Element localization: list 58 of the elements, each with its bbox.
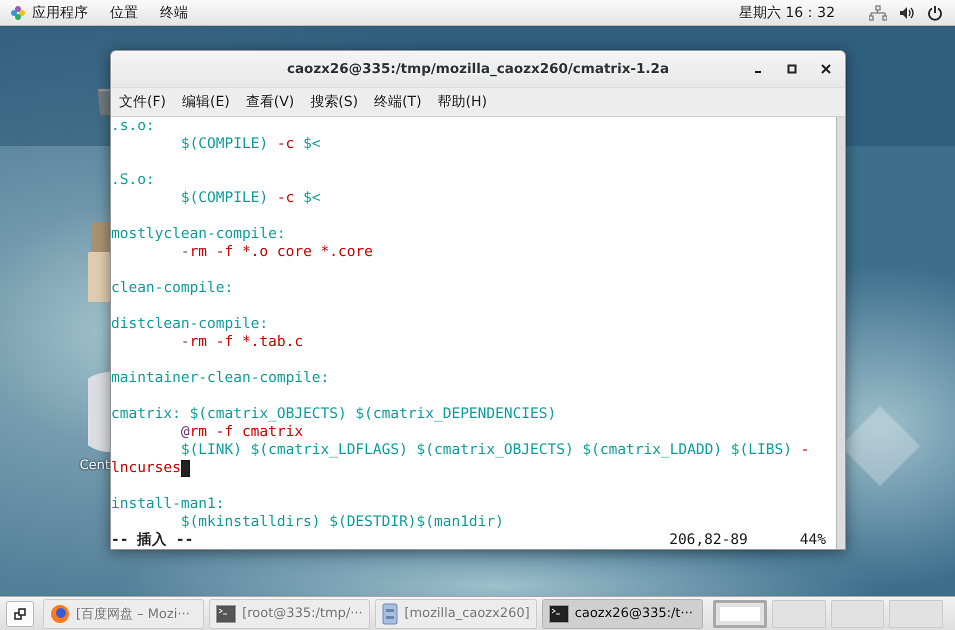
taskbar-window-button[interactable]: [root@335:/tmp/··· — [209, 598, 370, 628]
menu-item[interactable]: 查看(V) — [246, 93, 294, 111]
windows-icon — [14, 608, 26, 620]
vim-mode: -- 插入 -- — [111, 531, 194, 549]
code-text: @ — [180, 424, 190, 440]
code-text: cmatrix: $(cmatrix_OBJECTS) $(cmatrix_DEPENDENCIES) — [111, 406, 556, 422]
menu-item[interactable]: 搜索(S) — [310, 93, 358, 111]
taskbar-window-button[interactable]: [mozilla_caozx260] — [375, 598, 537, 628]
code-text: - — [180, 334, 190, 350]
code-text: - — [180, 244, 190, 260]
scrollbar[interactable] — [836, 117, 845, 549]
code-text: $< — [302, 136, 321, 152]
clock[interactable]: 星期六 16：32 — [738, 4, 835, 22]
desktop-icon-label: Cent — [80, 458, 110, 473]
top-menu-item[interactable]: 应用程序 — [32, 4, 88, 22]
code-text: rm -f *.o core *.core — [190, 244, 373, 260]
taskbar-window-button[interactable]: [百度网盘 – Mozi··· — [42, 598, 204, 628]
scroll-percent: 44% — [800, 531, 826, 549]
code-text: rm -f *.tab.c — [190, 334, 304, 350]
terminal-icon — [548, 604, 569, 622]
power-icon[interactable] — [927, 4, 943, 20]
code-text: maintainer-clean-compile: — [111, 370, 330, 386]
browser-icon — [50, 604, 70, 624]
volume-icon[interactable] — [899, 4, 915, 20]
code-text: .s.o: — [111, 118, 155, 134]
code-text: $(LINK) $(cmatrix_LDFLAGS) $(cmatrix_OBJECTS) $(cmatrix_LDADD) $(LIBS) — [180, 442, 793, 458]
menu-item[interactable]: 文件(F) — [119, 93, 166, 111]
top-menu-item[interactable]: 位置 — [110, 4, 138, 22]
code-text: clean-compile: — [111, 280, 234, 296]
taskbar-window-button[interactable]: caozx26@335:/t··· — [542, 598, 703, 628]
menu-item[interactable]: 终端(T) — [374, 93, 422, 111]
window-title: caozx26@335:/tmp/mozilla_caozx260/cmatrix-1.2a — [286, 61, 670, 77]
flower-logo-icon[interactable] — [10, 4, 26, 20]
code-text: $(COMPILE) — [180, 190, 270, 206]
close-icon[interactable] — [821, 64, 831, 74]
menu-item[interactable]: 帮助(H) — [438, 93, 488, 111]
code-text: $(COMPILE) — [180, 136, 270, 152]
code-text: $(mkinstalldirs) $(DESTDIR)$(man1dir) — [180, 514, 504, 530]
maximize-icon[interactable] — [787, 64, 797, 74]
code-text: rm -f cmatrix — [190, 424, 304, 440]
file-cabinet-icon — [382, 602, 398, 624]
code-text: -c — [276, 136, 294, 152]
code-text: -c — [276, 190, 294, 206]
code-text: $< — [302, 190, 321, 206]
network-icon[interactable] — [869, 4, 887, 20]
code-text: mostlyclean-compile: — [111, 226, 286, 242]
code-text: lncurses — [111, 460, 181, 476]
code-text: install-man1: — [111, 496, 224, 512]
code-text: .S.o: — [111, 172, 155, 188]
workspace-button[interactable] — [713, 600, 767, 628]
menu-item[interactable]: 编辑(E) — [182, 93, 230, 111]
package-icon[interactable] — [88, 222, 110, 302]
terminal-icon — [216, 604, 236, 622]
top-menu-item[interactable]: 终端 — [160, 4, 188, 22]
code-text: - — [800, 442, 810, 458]
cursor-position: 206,82-89 — [669, 531, 748, 549]
code-text: distclean-compile: — [111, 316, 268, 332]
show-desktop-button[interactable] — [6, 600, 34, 626]
